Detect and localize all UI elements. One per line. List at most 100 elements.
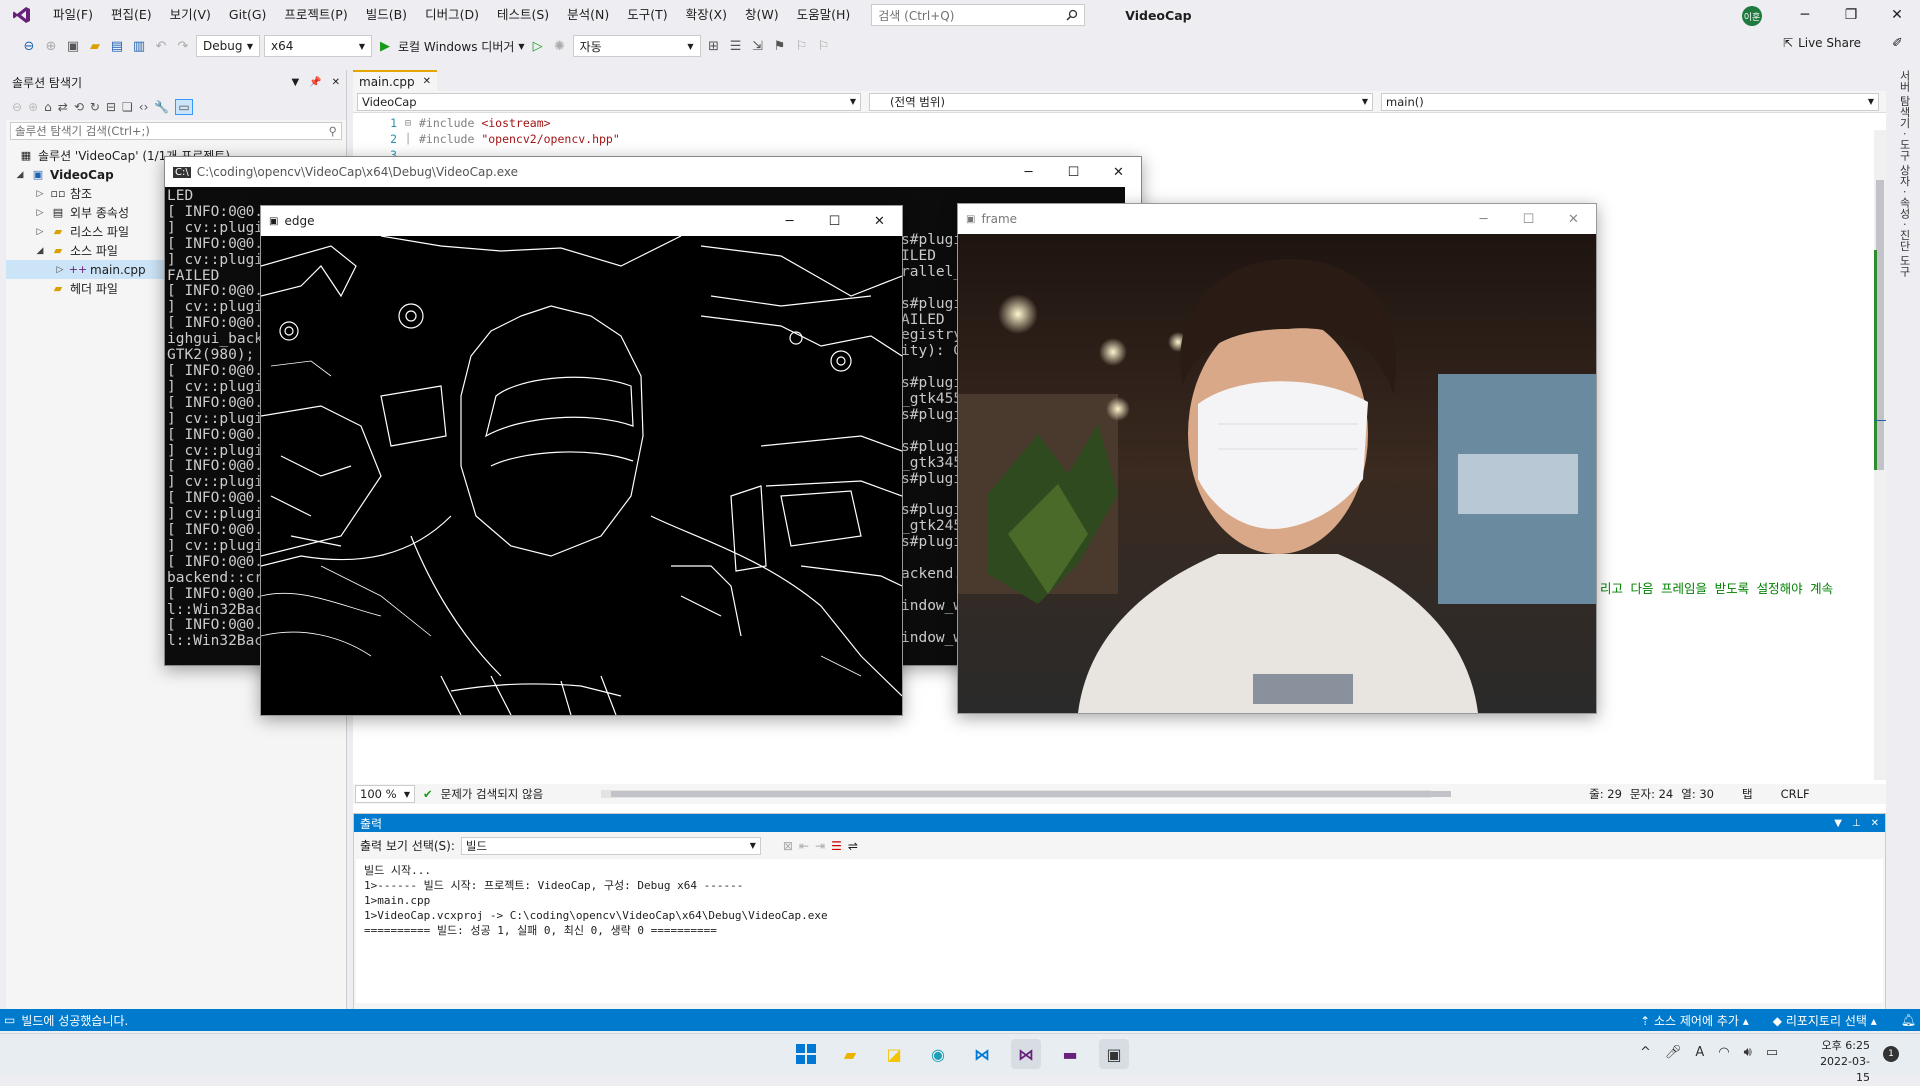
menu-item-7[interactable]: 테스트(S)	[488, 0, 558, 30]
output-text[interactable]: 빌드 시작... 1>------ 빌드 시작: 프로젝트: VideoCap,…	[356, 859, 1883, 1003]
toolbox-icon[interactable]: ⊞	[705, 37, 723, 55]
issues-status[interactable]: 문제가 검색되지 않음	[441, 786, 544, 802]
browser-icon[interactable]: ◉	[923, 1039, 953, 1069]
menu-item-6[interactable]: 디버그(D)	[416, 0, 488, 30]
minimize-button[interactable]: ─	[1006, 165, 1051, 180]
tab-main-cpp[interactable]: main.cpp ✕	[353, 70, 438, 91]
console-titlebar[interactable]: C:\ C:\coding\opencv\VideoCap\x64\Debug\…	[165, 157, 1141, 187]
notification-badge[interactable]: 1	[1883, 1046, 1899, 1062]
file-explorer-icon[interactable]: ▰	[835, 1039, 865, 1069]
side-tool-tabs[interactable]: 서버 탐색기 · 도구 상자 · 속성 · 진단 도구	[1894, 70, 1914, 277]
forward-icon[interactable]: ⊕	[28, 100, 38, 114]
back-icon[interactable]: ⊖	[12, 100, 22, 114]
collapse-icon[interactable]: ⊟	[106, 100, 116, 114]
config-select[interactable]: Debug ▼	[196, 35, 260, 57]
prev-bookmark-icon[interactable]: ⚐	[793, 37, 811, 55]
collapsed-arrow-icon[interactable]: ▷	[34, 208, 46, 218]
nav-project-select[interactable]: VideoCap ▼	[357, 92, 861, 111]
col-indicator[interactable]: 열: 30	[1681, 786, 1714, 802]
feedback-icon[interactable]: ✐	[1892, 36, 1903, 51]
nav-function-select[interactable]: main() ▼	[1381, 92, 1879, 111]
maximize-button[interactable]: ☐	[1506, 212, 1551, 227]
menu-item-4[interactable]: 프로젝트(P)	[275, 0, 356, 30]
line-indicator[interactable]: 줄: 29	[1589, 786, 1622, 802]
wifi-icon[interactable]: ◠	[1718, 1045, 1729, 1060]
menu-item-10[interactable]: 확장(X)	[677, 0, 736, 30]
close-icon[interactable]: ✕	[1871, 818, 1879, 829]
visual-studio-icon[interactable]: ⋈	[1011, 1039, 1041, 1069]
next-message-icon[interactable]: ⇥	[815, 839, 825, 853]
wrench-icon[interactable]: 🔧	[154, 100, 169, 114]
close-icon[interactable]: ✕	[423, 76, 431, 87]
layout-icon[interactable]: ☰	[727, 37, 745, 55]
solution-search-input[interactable]: 솔루션 탐색기 검색(Ctrl+;) ⚲	[10, 122, 342, 140]
clear-all-icon[interactable]: ☰	[831, 839, 842, 853]
start-without-debug-icon[interactable]: ▷	[529, 37, 547, 55]
search-input[interactable]: 검색 (Ctrl+Q)	[871, 4, 1086, 26]
tab-mode[interactable]: 탭	[1742, 786, 1753, 802]
source-control-button[interactable]: ⇡ 소스 제어에 추가 ▴	[1640, 1012, 1749, 1029]
chevron-down-icon[interactable]: ▼	[518, 42, 524, 51]
refresh-icon[interactable]: ↻	[90, 100, 100, 114]
ime-icon[interactable]: A	[1695, 1045, 1704, 1060]
back-icon[interactable]: ⊖	[20, 37, 38, 55]
menu-item-12[interactable]: 도움말(H)	[788, 0, 860, 30]
eol-mode[interactable]: CRLF	[1781, 787, 1810, 801]
dropdown-icon[interactable]: ▼	[291, 77, 299, 88]
close-button[interactable]: ✕	[1874, 0, 1920, 30]
maximize-button[interactable]: ☐	[812, 214, 857, 229]
output-source-select[interactable]: 빌드 ▼	[460, 836, 761, 855]
close-button[interactable]: ✕	[857, 214, 902, 229]
menu-item-3[interactable]: Git(G)	[220, 0, 276, 30]
volume-icon[interactable]: 🔊︎	[1744, 1045, 1752, 1060]
minimize-button[interactable]: ─	[767, 214, 812, 229]
find-icon[interactable]: ⊠	[783, 839, 793, 853]
platform-select[interactable]: x64 ▼	[264, 35, 372, 57]
prev-message-icon[interactable]: ⇤	[799, 839, 809, 853]
redo-icon[interactable]: ↷	[174, 37, 192, 55]
expanded-arrow-icon[interactable]: ◢	[14, 170, 26, 180]
edge-titlebar[interactable]: ▣ edge ─ ☐ ✕	[261, 206, 902, 236]
pin-icon[interactable]: 📌	[309, 77, 321, 88]
menu-item-9[interactable]: 도구(T)	[618, 0, 676, 30]
dropdown-icon[interactable]: ▼	[1834, 818, 1842, 829]
forward-icon[interactable]: ⊕	[42, 37, 60, 55]
minimize-button[interactable]: ─	[1782, 0, 1828, 30]
restore-button[interactable]: ❐	[1828, 0, 1874, 30]
nav-scope-select[interactable]: (전역 범위) ▼	[869, 92, 1373, 111]
switch-view-icon[interactable]: ⇄	[58, 100, 68, 114]
zoom-select[interactable]: 100 % ▼	[355, 785, 415, 803]
close-button[interactable]: ✕	[1551, 212, 1596, 227]
battery-icon[interactable]: ▭	[1766, 1045, 1778, 1060]
char-indicator[interactable]: 문자: 24	[1630, 786, 1673, 802]
menu-item-8[interactable]: 분석(N)	[558, 0, 618, 30]
user-avatar[interactable]: 이훈	[1742, 6, 1762, 26]
fold-icon[interactable]: ⊟	[405, 118, 419, 129]
live-share-button[interactable]: ⇱ Live Share	[1783, 36, 1861, 50]
opencv-window-icon[interactable]: ▣	[1099, 1039, 1129, 1069]
home-icon[interactable]: ⌂	[44, 100, 52, 114]
close-icon[interactable]: ✕	[332, 77, 340, 88]
step-icon[interactable]: ⇲	[749, 37, 767, 55]
collapsed-arrow-icon[interactable]: ▷	[54, 265, 66, 275]
copy-icon[interactable]: ❏	[122, 100, 133, 114]
run-debugger-button[interactable]: 로컬 Windows 디버거	[398, 38, 514, 55]
open-folder-icon[interactable]: ▰	[86, 37, 104, 55]
menu-item-0[interactable]: 파일(F)	[44, 0, 102, 30]
microphone-icon[interactable]: 🎤︎	[1665, 1045, 1682, 1060]
undo-icon[interactable]: ↶	[152, 37, 170, 55]
menu-item-2[interactable]: 보기(V)	[161, 0, 220, 30]
vertical-scrollbar[interactable]	[1874, 130, 1886, 780]
menu-item-1[interactable]: 편집(E)	[102, 0, 161, 30]
play-icon[interactable]: ▶	[376, 37, 394, 55]
bookmark-icon[interactable]: ⚑	[771, 37, 789, 55]
code-line[interactable]: 2 │ #include "opencv2/opencv.hpp"	[353, 131, 620, 147]
save-icon[interactable]: ▤	[108, 37, 126, 55]
notification-bell-icon[interactable]: 🔔︎	[1901, 1013, 1916, 1027]
horizontal-scrollbar[interactable]	[601, 790, 1452, 798]
frame-titlebar[interactable]: ▣ frame ─ ☐ ✕	[958, 204, 1596, 234]
chevron-up-icon[interactable]: ^	[1640, 1045, 1651, 1060]
menu-item-5[interactable]: 빌드(B)	[357, 0, 416, 30]
hot-reload-icon[interactable]: ✺	[551, 37, 569, 55]
repo-button[interactable]: ◆ 리포지토리 선택 ▴	[1773, 1012, 1877, 1029]
